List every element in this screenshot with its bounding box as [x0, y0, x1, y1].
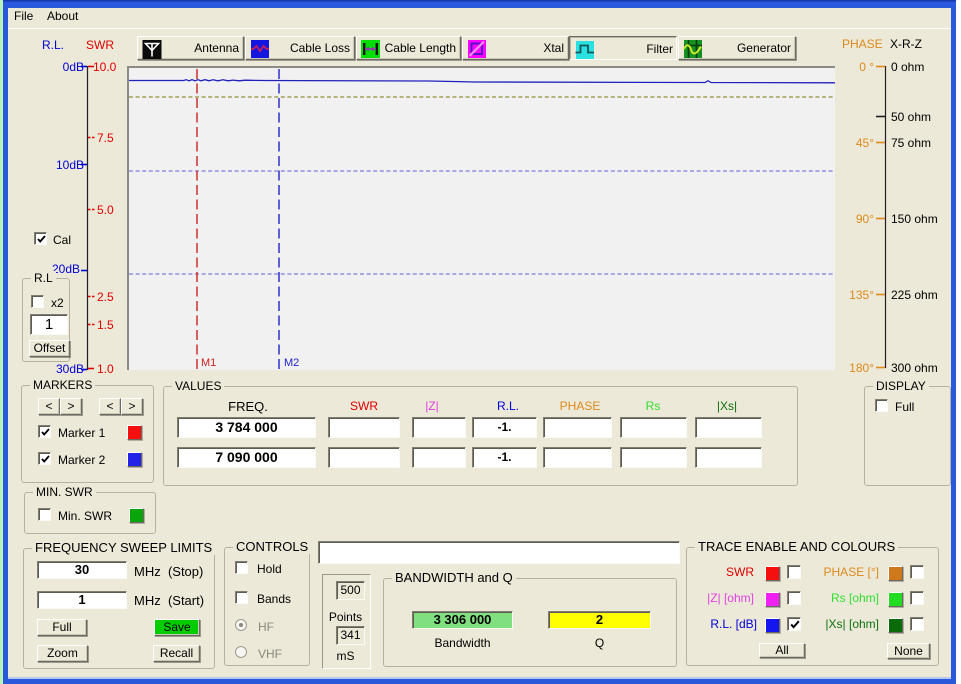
- svg-text:M2: M2: [284, 357, 299, 369]
- svg-text:M1: M1: [201, 357, 216, 369]
